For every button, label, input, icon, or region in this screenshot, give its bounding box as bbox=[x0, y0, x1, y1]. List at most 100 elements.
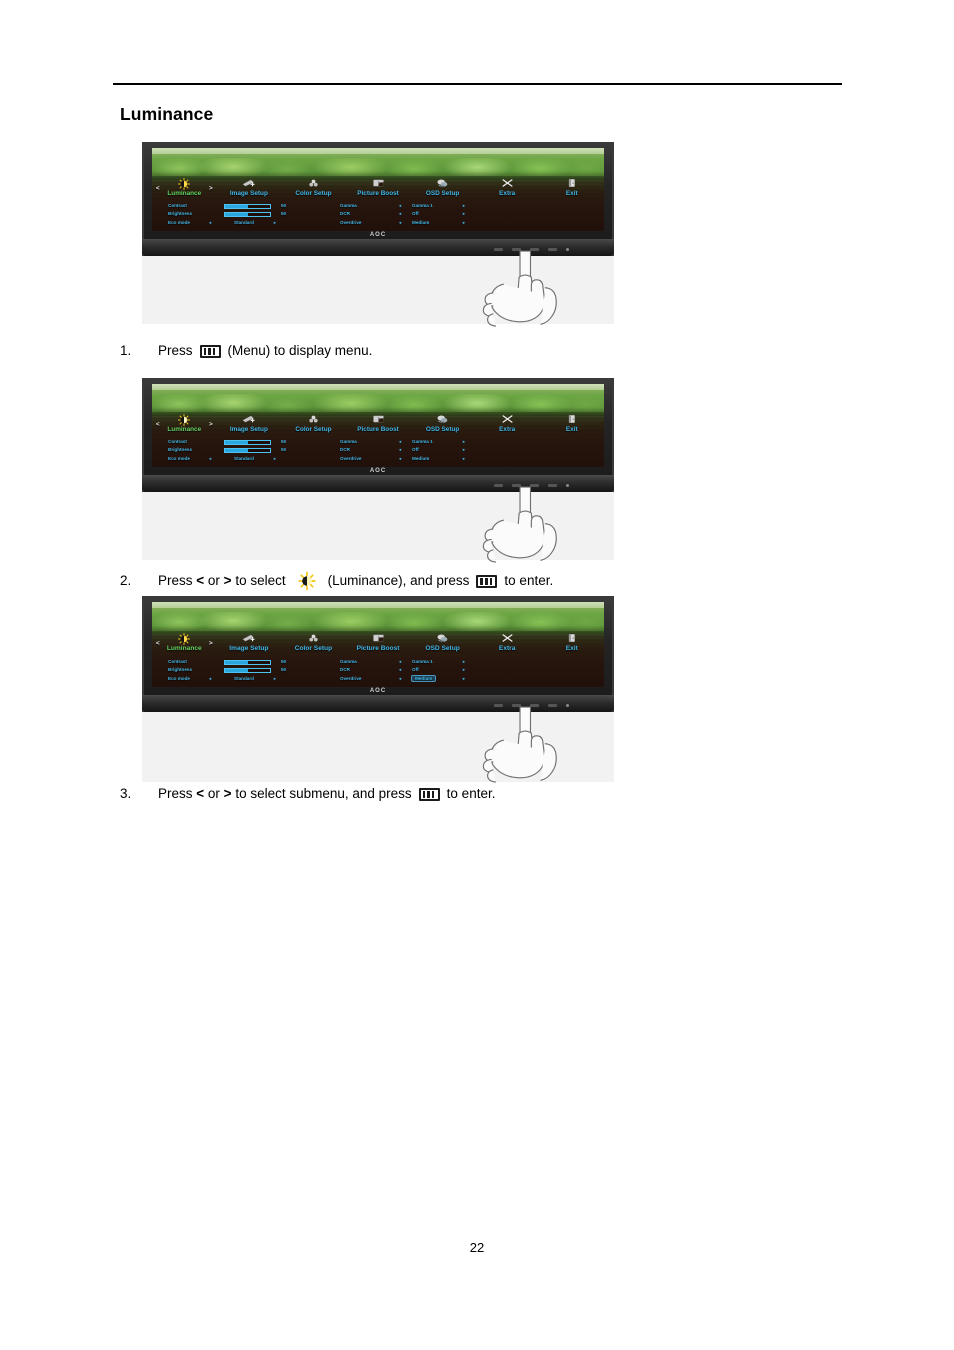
osd-left-label: Eco mode bbox=[168, 676, 190, 681]
osd-right-next-arrow[interactable]: ► bbox=[462, 668, 466, 672]
step-1-number: 1. bbox=[120, 343, 132, 358]
image-setup-icon bbox=[242, 179, 256, 187]
osd-slider[interactable] bbox=[224, 440, 271, 445]
osd-tab-luminance[interactable]: < > Luminance bbox=[152, 176, 217, 201]
image-setup-icon bbox=[242, 634, 256, 642]
osd-tab-label: Exit bbox=[565, 426, 578, 433]
extra-icon bbox=[502, 179, 513, 187]
osd-tab-label: Picture Boost bbox=[356, 645, 400, 652]
extra-icon bbox=[502, 634, 513, 642]
osd-slider[interactable] bbox=[224, 668, 271, 673]
color-setup-icon bbox=[309, 634, 318, 642]
osd-screenshot-1: < > Luminance Image Setup Color Setup Picture… bbox=[142, 142, 614, 327]
osd-slider[interactable] bbox=[224, 204, 271, 209]
picture-boost-icon bbox=[346, 631, 411, 645]
osd-nav-right-arrow[interactable]: > bbox=[209, 421, 213, 428]
osd-left-next-arrow[interactable]: ► bbox=[273, 221, 277, 225]
osd-right-prev-arrow[interactable]: ◄ bbox=[398, 677, 402, 681]
osd-setup-icon bbox=[410, 631, 475, 645]
osd-tab-osd-setup[interactable]: OSD Setup bbox=[410, 412, 475, 437]
osd-right-prev-arrow[interactable]: ◄ bbox=[398, 212, 402, 216]
osd-tab-osd-setup[interactable]: OSD Setup bbox=[410, 176, 475, 201]
osd-option-rows: Contrast 50 Brightness 50 Eco mode ◄ Standard ►… bbox=[152, 439, 604, 467]
osd-right-next-arrow[interactable]: ► bbox=[462, 448, 466, 452]
osd-right-next-arrow[interactable]: ► bbox=[462, 221, 466, 225]
step-2-text-before: Press < or > to select bbox=[158, 573, 286, 588]
color-setup-icon bbox=[281, 176, 346, 190]
osd-right-next-arrow[interactable]: ► bbox=[462, 660, 466, 664]
osd-tab-color-setup[interactable]: Color Setup bbox=[281, 412, 346, 437]
image-setup-icon bbox=[217, 631, 282, 645]
osd-slider[interactable] bbox=[224, 660, 271, 665]
monitor-logo-strip: AOC bbox=[142, 231, 614, 239]
osd-right-value: Gamma 1 bbox=[412, 659, 433, 664]
osd-nav-right-arrow[interactable]: > bbox=[209, 640, 213, 647]
osd-left-prev-arrow[interactable]: ◄ bbox=[208, 221, 212, 225]
osd-tab-osd-setup[interactable]: OSD Setup bbox=[410, 631, 475, 657]
osd-right-next-arrow[interactable]: ► bbox=[462, 457, 466, 461]
osd-left-prev-arrow[interactable]: ◄ bbox=[208, 677, 212, 681]
osd-tab-extra[interactable]: Extra bbox=[475, 412, 540, 437]
osd-left-label: Brightness bbox=[168, 211, 192, 216]
exit-icon bbox=[539, 176, 604, 190]
osd-tab-bar: < > Luminance Image Setup Color Setup Picture… bbox=[152, 631, 604, 657]
menu-button-icon bbox=[199, 344, 221, 358]
osd-nav-right-arrow[interactable]: > bbox=[209, 185, 213, 192]
image-setup-icon bbox=[217, 412, 282, 426]
menu-button-icon bbox=[476, 574, 498, 588]
osd-tab-color-setup[interactable]: Color Setup bbox=[281, 631, 346, 657]
osd-tab-luminance[interactable]: < > Luminance bbox=[152, 412, 217, 437]
osd-left-prev-arrow[interactable]: ◄ bbox=[208, 457, 212, 461]
osd-right-prev-arrow[interactable]: ◄ bbox=[398, 448, 402, 452]
osd-tab-exit[interactable]: Exit bbox=[539, 412, 604, 437]
osd-left-next-arrow[interactable]: ► bbox=[273, 677, 277, 681]
osd-nav-left-arrow[interactable]: < bbox=[156, 640, 160, 647]
monitor-logo-strip: AOC bbox=[142, 467, 614, 475]
color-setup-icon bbox=[281, 631, 346, 645]
osd-right-value: Gamma 1 bbox=[412, 439, 433, 444]
osd-nav-left-arrow[interactable]: < bbox=[156, 185, 160, 192]
osd-slider[interactable] bbox=[224, 448, 271, 453]
osd-right-prev-arrow[interactable]: ◄ bbox=[398, 457, 402, 461]
exit-icon bbox=[569, 415, 576, 423]
osd-tab-extra[interactable]: Extra bbox=[475, 176, 540, 201]
osd-screenshot-2: < > Luminance Image Setup Color Setup Picture… bbox=[142, 378, 614, 563]
osd-tab-color-setup[interactable]: Color Setup bbox=[281, 176, 346, 201]
osd-tab-image-setup[interactable]: Image Setup bbox=[217, 631, 282, 657]
pointing-hand-illustration bbox=[479, 247, 575, 331]
osd-tab-extra[interactable]: Extra bbox=[475, 631, 540, 657]
osd-slider-fill bbox=[225, 661, 248, 664]
osd-tab-luminance[interactable]: < > Luminance bbox=[152, 631, 217, 657]
osd-slider[interactable] bbox=[224, 212, 271, 217]
color-setup-icon bbox=[309, 179, 318, 187]
osd-tab-exit[interactable]: Exit bbox=[539, 176, 604, 201]
osd-right-next-arrow[interactable]: ► bbox=[462, 440, 466, 444]
osd-right-prev-arrow[interactable]: ◄ bbox=[398, 440, 402, 444]
osd-right-prev-arrow[interactable]: ◄ bbox=[398, 204, 402, 208]
osd-tab-picture-boost[interactable]: Picture Boost bbox=[346, 631, 411, 657]
osd-tab-label: Luminance bbox=[167, 190, 202, 197]
monitor: < > Luminance Image Setup Color Setup Picture… bbox=[142, 142, 614, 256]
osd-tab-exit[interactable]: Exit bbox=[539, 631, 604, 657]
osd-tab-label: Extra bbox=[499, 190, 516, 197]
osd-left-label: Brightness bbox=[168, 447, 192, 452]
osd-slider-fill bbox=[225, 205, 248, 208]
osd-right-next-arrow[interactable]: ► bbox=[462, 212, 466, 216]
pointing-hand-illustration bbox=[479, 483, 575, 567]
osd-right-next-arrow[interactable]: ► bbox=[462, 677, 466, 681]
color-setup-icon bbox=[281, 412, 346, 426]
osd-tab-image-setup[interactable]: Image Setup bbox=[217, 176, 282, 201]
osd-tab-label: Exit bbox=[565, 645, 578, 652]
osd-nav-left-arrow[interactable]: < bbox=[156, 421, 160, 428]
osd-right-value: Off bbox=[412, 211, 419, 216]
osd-tab-picture-boost[interactable]: Picture Boost bbox=[346, 412, 411, 437]
osd-right-next-arrow[interactable]: ► bbox=[462, 204, 466, 208]
osd-right-prev-arrow[interactable]: ◄ bbox=[398, 660, 402, 664]
step-2: 2. Press < or > to select (Luminance), a… bbox=[120, 571, 553, 591]
osd-right-prev-arrow[interactable]: ◄ bbox=[398, 668, 402, 672]
osd-right-prev-arrow[interactable]: ◄ bbox=[398, 221, 402, 225]
osd-left-next-arrow[interactable]: ► bbox=[273, 457, 277, 461]
osd-right-value: Gamma 1 bbox=[412, 203, 433, 208]
osd-tab-picture-boost[interactable]: Picture Boost bbox=[346, 176, 411, 201]
osd-tab-image-setup[interactable]: Image Setup bbox=[217, 412, 282, 437]
